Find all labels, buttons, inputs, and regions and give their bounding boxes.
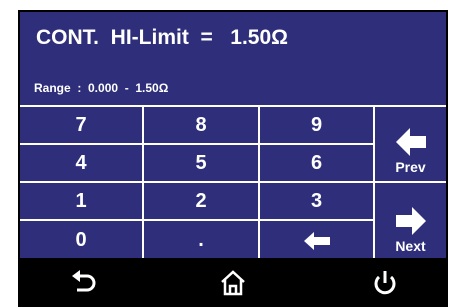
back-icon [72, 270, 96, 292]
key-7[interactable]: 7 [20, 107, 144, 145]
key-dot[interactable]: . [144, 221, 260, 260]
key-9[interactable]: 9 [260, 107, 375, 145]
key-0[interactable]: 0 [20, 221, 144, 260]
right-arrow-icon [395, 207, 426, 235]
bottom-nav-bar [20, 258, 446, 307]
key-2[interactable]: 2 [144, 183, 260, 221]
key-5[interactable]: 5 [144, 145, 260, 183]
next-label: Next [395, 238, 426, 254]
input-panel: CONT. HI-Limit = 1.50Ω Range : 0.000 - 1… [20, 12, 446, 260]
key-3[interactable]: 3 [260, 183, 375, 221]
power-button[interactable] [370, 268, 400, 298]
numeric-keypad: 7 8 9 4 5 6 1 2 3 0 . Prev Next [20, 105, 446, 260]
home-icon [221, 270, 245, 296]
home-button[interactable] [218, 268, 248, 298]
prev-label: Prev [395, 159, 426, 175]
key-6[interactable]: 6 [260, 145, 375, 183]
key-4[interactable]: 4 [20, 145, 144, 183]
page-title: CONT. HI-Limit = 1.50Ω [36, 26, 288, 49]
back-button[interactable] [69, 268, 99, 298]
key-1[interactable]: 1 [20, 183, 144, 221]
key-8[interactable]: 8 [144, 107, 260, 145]
left-arrow-icon [303, 231, 330, 250]
prev-button[interactable]: Prev [375, 107, 446, 183]
range-text: Range : 0.000 - 1.50Ω [34, 81, 169, 95]
power-icon [374, 271, 396, 295]
backspace-button[interactable] [260, 221, 375, 260]
next-button[interactable]: Next [375, 183, 446, 260]
left-arrow-icon [395, 128, 426, 156]
